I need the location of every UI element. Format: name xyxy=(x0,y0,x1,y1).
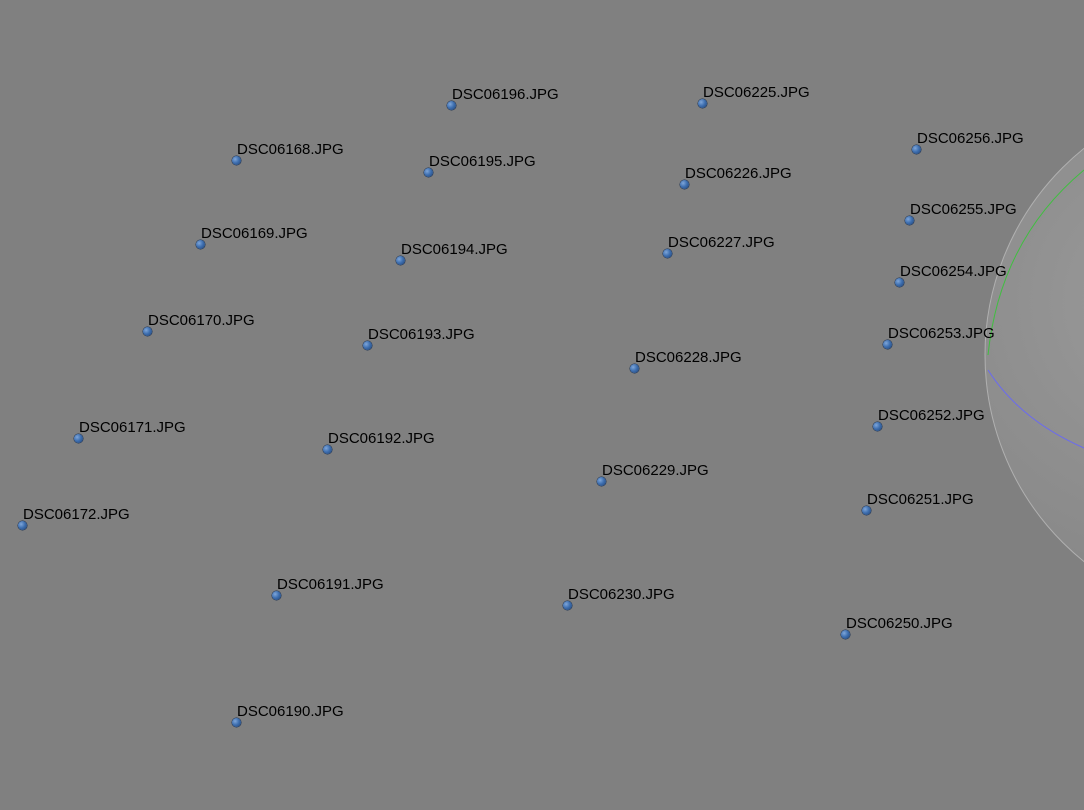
camera-label: DSC06251.JPG xyxy=(867,491,974,508)
camera-label: DSC06229.JPG xyxy=(602,462,709,479)
camera-label: DSC06171.JPG xyxy=(79,419,186,436)
camera-label: DSC06250.JPG xyxy=(846,615,953,632)
camera-label: DSC06169.JPG xyxy=(201,225,308,242)
camera-label: DSC06256.JPG xyxy=(917,130,1024,147)
camera-label: DSC06225.JPG xyxy=(703,84,810,101)
camera-label: DSC06196.JPG xyxy=(452,86,559,103)
camera-label: DSC06193.JPG xyxy=(368,326,475,343)
camera-label: DSC06194.JPG xyxy=(401,241,508,258)
camera-label: DSC06172.JPG xyxy=(23,506,130,523)
camera-label: DSC06191.JPG xyxy=(277,576,384,593)
sphere-body xyxy=(984,147,1084,563)
camera-label: DSC06227.JPG xyxy=(668,234,775,251)
camera-label: DSC06252.JPG xyxy=(878,407,985,424)
camera-label: DSC06195.JPG xyxy=(429,153,536,170)
3d-viewport[interactable]: DSC06196.JPG DSC06225.JPG DSC06168.JPG DSC0… xyxy=(0,0,1084,810)
camera-label: DSC06255.JPG xyxy=(910,201,1017,218)
camera-label: DSC06230.JPG xyxy=(568,586,675,603)
camera-label: DSC06253.JPG xyxy=(888,325,995,342)
camera-label: DSC06226.JPG xyxy=(685,165,792,182)
camera-label: DSC06168.JPG xyxy=(237,141,344,158)
camera-label: DSC06190.JPG xyxy=(237,703,344,720)
camera-label: DSC06192.JPG xyxy=(328,430,435,447)
camera-label: DSC06170.JPG xyxy=(148,312,255,329)
trackball-sphere[interactable] xyxy=(0,0,1084,810)
camera-label: DSC06228.JPG xyxy=(635,349,742,366)
camera-label: DSC06254.JPG xyxy=(900,263,1007,280)
